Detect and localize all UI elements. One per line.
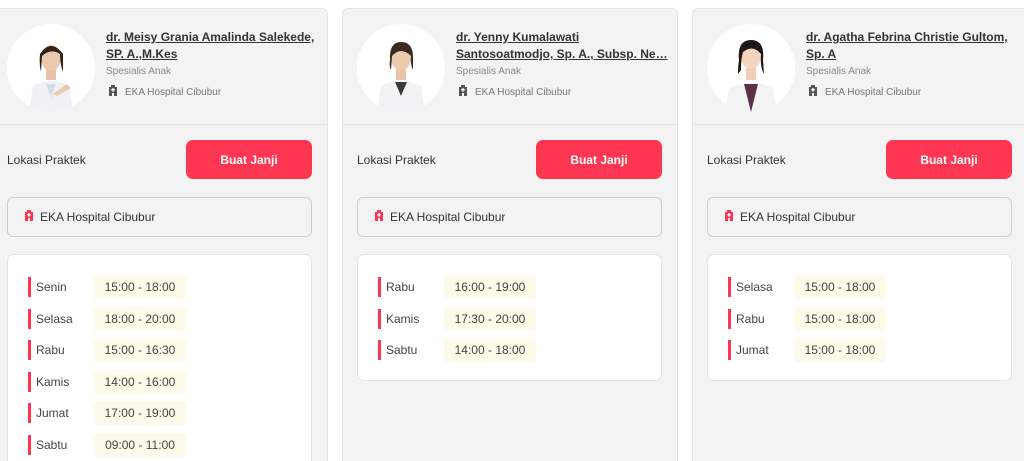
make-appointment-button[interactable]: Buat Janji (186, 140, 312, 179)
hospital-building-icon (108, 85, 118, 100)
doctor-name-link[interactable]: dr. Agatha Febrina Christie Gultom, Sp. … (806, 29, 1021, 63)
location-row: Lokasi Praktek Buat Janji (0, 125, 327, 195)
schedule-panel: Rabu 16:00 - 19:00 Kamis 17:30 - 20:00 S… (357, 254, 662, 381)
schedule-row: Sabtu 09:00 - 11:00 (28, 432, 311, 457)
doctor-name-link[interactable]: dr. Yenny Kumalawati Santosoatmodjo, Sp.… (456, 29, 671, 63)
location-select[interactable]: EKA Hospital Cibubur (7, 197, 312, 237)
location-name: EKA Hospital Cibubur (40, 210, 156, 224)
schedule-time: 16:00 - 19:00 (444, 275, 536, 299)
location-select[interactable]: EKA Hospital Cibubur (707, 197, 1012, 237)
doctor-hospital: EKA Hospital Cibubur (106, 85, 321, 100)
schedule-day: Kamis (378, 308, 444, 329)
location-label: Lokasi Praktek (707, 153, 786, 167)
doctor-avatar[interactable] (707, 24, 795, 112)
location-select[interactable]: EKA Hospital Cibubur (357, 197, 662, 237)
schedule-day: Jumat (28, 403, 94, 424)
schedule-day: Rabu (378, 277, 444, 297)
location-row: Lokasi Praktek Buat Janji (343, 125, 677, 195)
schedule-day: Rabu (728, 308, 794, 329)
doctor-info: dr. Meisy Grania Amalinda Salekede, SP. … (106, 29, 321, 100)
location-row: Lokasi Praktek Buat Janji (693, 125, 1024, 195)
schedule-day: Senin (28, 277, 94, 297)
schedule-time: 15:00 - 18:00 (794, 306, 886, 331)
schedule-time: 14:00 - 16:00 (94, 369, 186, 394)
doctor-avatar[interactable] (7, 24, 95, 112)
schedule-time: 15:00 - 18:00 (94, 275, 186, 299)
doctor-specialty: Spesialis Anak (456, 66, 522, 77)
schedule-day: Jumat (728, 340, 794, 361)
location-name: EKA Hospital Cibubur (390, 210, 506, 224)
hospital-building-icon (808, 85, 818, 100)
hospital-building-icon (24, 210, 34, 224)
location-label: Lokasi Praktek (7, 153, 86, 167)
doctor-specialty: Spesialis Anak (806, 66, 872, 77)
doctor-header: dr. Meisy Grania Amalinda Salekede, SP. … (0, 9, 327, 125)
schedule-row: Rabu 15:00 - 18:00 (728, 306, 1011, 331)
schedule-day: Kamis (28, 371, 94, 392)
schedule-row: Sabtu 14:00 - 18:00 (378, 338, 661, 363)
schedule-row: Rabu 15:00 - 16:30 (28, 338, 311, 363)
schedule-time: 15:00 - 18:00 (794, 338, 886, 363)
schedule-panel: Senin 15:00 - 18:00 Selasa 18:00 - 20:00… (7, 254, 312, 461)
doctor-card-list: dr. Meisy Grania Amalinda Salekede, SP. … (0, 0, 1024, 461)
doctor-hospital-name: EKA Hospital Cibubur (475, 86, 572, 98)
doctor-hospital: EKA Hospital Cibubur (806, 85, 1021, 100)
doctor-specialty: Spesialis Anak (106, 66, 172, 77)
doctor-card: dr. Agatha Febrina Christie Gultom, Sp. … (692, 8, 1024, 461)
doctor-info: dr. Yenny Kumalawati Santosoatmodjo, Sp.… (456, 29, 671, 100)
doctor-header: dr. Yenny Kumalawati Santosoatmodjo, Sp.… (343, 9, 677, 125)
schedule-day: Selasa (728, 277, 794, 297)
schedule-row: Jumat 17:00 - 19:00 (28, 401, 311, 426)
schedule-day: Rabu (28, 340, 94, 361)
doctor-name-link[interactable]: dr. Meisy Grania Amalinda Salekede, SP. … (106, 29, 321, 63)
schedule-day: Sabtu (378, 340, 444, 361)
schedule-row: Selasa 18:00 - 20:00 (28, 306, 311, 331)
doctor-header: dr. Agatha Febrina Christie Gultom, Sp. … (693, 9, 1024, 125)
hospital-building-icon (724, 210, 734, 224)
schedule-time: 18:00 - 20:00 (94, 306, 186, 331)
hospital-building-icon (458, 85, 468, 100)
schedule-row: Kamis 14:00 - 16:00 (28, 369, 311, 394)
schedule-day: Sabtu (28, 434, 94, 455)
schedule-row: Senin 15:00 - 18:00 (28, 275, 311, 299)
schedule-row: Kamis 17:30 - 20:00 (378, 306, 661, 331)
make-appointment-button[interactable]: Buat Janji (886, 140, 1012, 179)
location-label: Lokasi Praktek (357, 153, 436, 167)
schedule-time: 14:00 - 18:00 (444, 338, 536, 363)
doctor-hospital-name: EKA Hospital Cibubur (125, 86, 222, 98)
hospital-building-icon (374, 210, 384, 224)
doctor-hospital: EKA Hospital Cibubur (456, 85, 671, 100)
schedule-day: Selasa (28, 308, 94, 329)
schedule-row: Selasa 15:00 - 18:00 (728, 275, 1011, 299)
doctor-card: dr. Yenny Kumalawati Santosoatmodjo, Sp.… (342, 8, 678, 461)
doctor-avatar[interactable] (357, 24, 445, 112)
make-appointment-button[interactable]: Buat Janji (536, 140, 662, 179)
schedule-time: 17:00 - 19:00 (94, 401, 186, 426)
schedule-panel: Selasa 15:00 - 18:00 Rabu 15:00 - 18:00 … (707, 254, 1012, 381)
schedule-time: 15:00 - 16:30 (94, 338, 186, 363)
doctor-hospital-name: EKA Hospital Cibubur (825, 86, 922, 98)
schedule-time: 17:30 - 20:00 (444, 306, 536, 331)
schedule-time: 09:00 - 11:00 (94, 432, 186, 457)
schedule-time: 15:00 - 18:00 (794, 275, 886, 299)
location-name: EKA Hospital Cibubur (740, 210, 856, 224)
schedule-row: Jumat 15:00 - 18:00 (728, 338, 1011, 363)
doctor-card: dr. Meisy Grania Amalinda Salekede, SP. … (0, 8, 328, 461)
schedule-row: Rabu 16:00 - 19:00 (378, 275, 661, 299)
doctor-info: dr. Agatha Febrina Christie Gultom, Sp. … (806, 29, 1021, 100)
